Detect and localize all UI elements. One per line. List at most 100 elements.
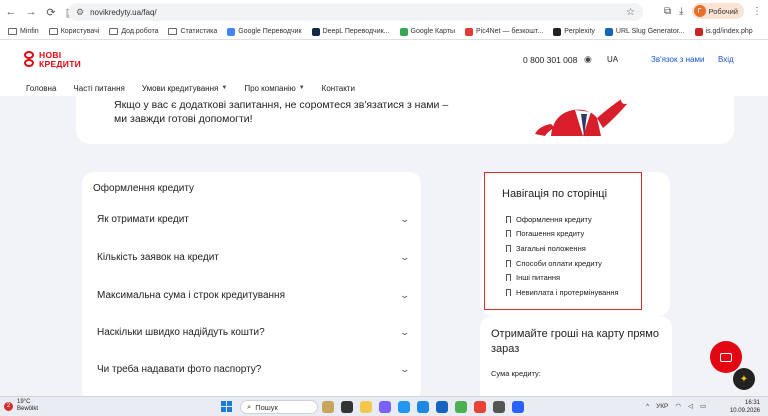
- forward-icon[interactable]: →: [22, 3, 40, 21]
- site-header: НОВІ КРЕДИТИ 0 800 301 008 ◉ UA Зв'язок …: [0, 40, 768, 80]
- chevron-down-icon: ⌄: [399, 290, 411, 300]
- address-bar[interactable]: ⚙ novikredyty.ua/faq/ ☆: [68, 3, 643, 21]
- faq-item[interactable]: Кількість заявок на кредит ⌄: [97, 252, 411, 263]
- contact-us-link[interactable]: Зв'язок з нами: [651, 55, 704, 64]
- back-icon[interactable]: ←: [2, 3, 20, 21]
- faq-card: Оформлення кредиту Як отримати кредит ⌄ К…: [82, 172, 421, 402]
- faq-item[interactable]: Чи треба надавати фото паспорту? ⌄: [97, 364, 411, 375]
- bookmark-minfin[interactable]: Minfin: [8, 28, 39, 35]
- bookmark-url-slug[interactable]: URL Slug Generator...: [604, 27, 685, 36]
- phone-number[interactable]: 0 800 301 008: [523, 55, 577, 65]
- hero-text: Якщо у вас є додаткові запитання, не сор…: [114, 99, 449, 125]
- bookmark-deepl[interactable]: DeepL Переводчик...: [311, 27, 390, 36]
- bookmark-star-icon[interactable]: ☆: [626, 7, 635, 18]
- main-menu: Головна Часті питання Умови кредитування…: [0, 80, 768, 96]
- bookmarks-bar: Minfin Користувачі Дод.робота Статистика…: [0, 24, 768, 40]
- calculator-icon[interactable]: [493, 401, 505, 413]
- profile-button[interactable]: Г Робочий: [691, 3, 744, 19]
- menu-item-contacts[interactable]: Контакти: [322, 84, 355, 93]
- volume-icon[interactable]: ◁: [688, 402, 693, 410]
- folder-icon: [48, 28, 58, 35]
- chat-button[interactable]: [710, 341, 742, 373]
- faq-item[interactable]: Наскільки швидко надійдуть кошти? ⌄: [97, 327, 411, 338]
- bookmark-side-work[interactable]: Дод.робота: [109, 28, 158, 35]
- menu-item-faq[interactable]: Часті питання: [73, 84, 124, 93]
- system-clock[interactable]: 16:31 10.09.2026: [728, 399, 760, 415]
- url-slug-icon: [604, 27, 613, 36]
- bookmark-google-maps[interactable]: Google Карты: [399, 27, 455, 36]
- widget-app-icon[interactable]: [322, 401, 334, 413]
- sparkle-icon: ✦: [739, 373, 749, 385]
- site-logo[interactable]: НОВІ КРЕДИТИ: [22, 51, 81, 69]
- chevron-down-icon: ▼: [298, 85, 305, 91]
- loan-amount-label: Сума кредиту:: [491, 369, 541, 378]
- google-translate-icon: [227, 27, 236, 36]
- file-explorer-icon[interactable]: [360, 401, 372, 413]
- chevron-up-icon[interactable]: ^: [646, 403, 649, 410]
- faq-item[interactable]: Максимальна сума і строк кредитування ⌄: [97, 290, 411, 301]
- photos-icon[interactable]: [398, 401, 410, 413]
- page-nav-link[interactable]: Способи оплати кредиту: [506, 256, 619, 271]
- reload-icon[interactable]: ⟳: [42, 3, 60, 21]
- bookmark-google-translate[interactable]: Google Переводчик: [227, 27, 302, 36]
- clock-time: 16:31: [744, 400, 760, 406]
- extensions-icon[interactable]: ⧉: [664, 6, 671, 17]
- faq-item[interactable]: Як отримати кредит ⌄: [97, 214, 411, 225]
- download-icon[interactable]: ⤓: [679, 6, 683, 17]
- browser-toolbar: ← → ⟳ ▣ ⚙ novikredyty.ua/faq/ ☆ ⧉ ⤓ Г Ро…: [0, 0, 768, 24]
- language-switch[interactable]: UA: [607, 55, 618, 64]
- page-nav-link[interactable]: Невиплата і протермінування: [506, 285, 619, 300]
- wifi-icon[interactable]: ◠: [675, 402, 681, 410]
- folder-icon: [109, 28, 119, 35]
- bookmark-isgd[interactable]: is.gd/index.php: [694, 27, 753, 36]
- page-nav-link[interactable]: Погашення кредиту: [506, 227, 619, 242]
- menu-item-home[interactable]: Головна: [26, 84, 56, 93]
- chevron-down-icon: ⌄: [399, 214, 411, 224]
- page-nav-link[interactable]: Оформлення кредиту: [506, 212, 619, 227]
- isgd-icon: [694, 27, 703, 36]
- mascot-illustration: [535, 96, 629, 136]
- bookmark-perplexity[interactable]: Perplexity: [553, 27, 595, 36]
- bookmark-users[interactable]: Користувачі: [48, 28, 99, 35]
- menu-item-terms-label: Умови кредитування: [141, 83, 219, 93]
- telegram-icon[interactable]: [455, 401, 467, 413]
- taskbar-apps: [322, 401, 524, 413]
- bookmark-icon: [506, 259, 511, 267]
- bookmark-pic4net[interactable]: Pic4Net — безкошт...: [464, 27, 543, 36]
- chevron-down-icon: ▼: [221, 85, 228, 91]
- menu-item-about-label: Про компанію: [244, 83, 296, 93]
- loan-calculator-title: Отримайте гроші на карту прямо зараз: [491, 328, 659, 355]
- page-nav-title: Навігація по сторінці: [502, 188, 608, 200]
- menu-item-terms[interactable]: Умови кредитування ▼: [142, 84, 227, 93]
- notepad-icon[interactable]: [512, 401, 524, 413]
- chevron-down-icon: ⌄: [399, 327, 411, 337]
- windows-taskbar: 2 19°C Bewölkt ⌕ Пошук ^ УКР ◠ ◁ ▭ 16:31…: [0, 396, 768, 416]
- outlook-icon[interactable]: [436, 401, 448, 413]
- page-nav-link[interactable]: Інші питання: [506, 270, 619, 285]
- loan-calculator-card: Отримайте гроші на карту прямо зараз Сум…: [480, 316, 672, 406]
- perplexity-icon: [553, 27, 562, 36]
- keyboard-layout[interactable]: УКР: [656, 403, 668, 410]
- menu-dots-icon[interactable]: ⋮: [752, 6, 762, 17]
- chrome-icon[interactable]: [474, 401, 486, 413]
- battery-icon[interactable]: ▭: [700, 402, 706, 410]
- login-link[interactable]: Вхід: [718, 55, 734, 64]
- site-info-icon[interactable]: ⚙: [76, 7, 84, 18]
- pic4net-icon: [464, 27, 473, 36]
- bookmark-icon: [506, 215, 511, 223]
- faq-question: Наскільки швидко надійдуть кошти?: [97, 327, 265, 338]
- logo-mark-icon: [22, 51, 36, 69]
- menu-item-about[interactable]: Про компанію ▼: [244, 84, 304, 93]
- page-nav-link[interactable]: Загальні положення: [506, 241, 619, 256]
- bookmark-stats[interactable]: Статистика: [168, 28, 217, 35]
- task-view-icon[interactable]: [341, 401, 353, 413]
- bookmark-icon: [506, 288, 511, 296]
- edge-icon[interactable]: [417, 401, 429, 413]
- ai-assistant-button[interactable]: ✦: [733, 368, 755, 390]
- weather-temp: 19°C: [17, 399, 31, 405]
- accessibility-eye-icon[interactable]: ◉: [584, 54, 592, 65]
- start-windows-icon[interactable]: [221, 401, 232, 412]
- taskbar-search[interactable]: ⌕ Пошук: [240, 400, 318, 414]
- copilot-icon[interactable]: [379, 401, 391, 413]
- weather-widget[interactable]: 2 19°C Bewölkt: [4, 399, 38, 413]
